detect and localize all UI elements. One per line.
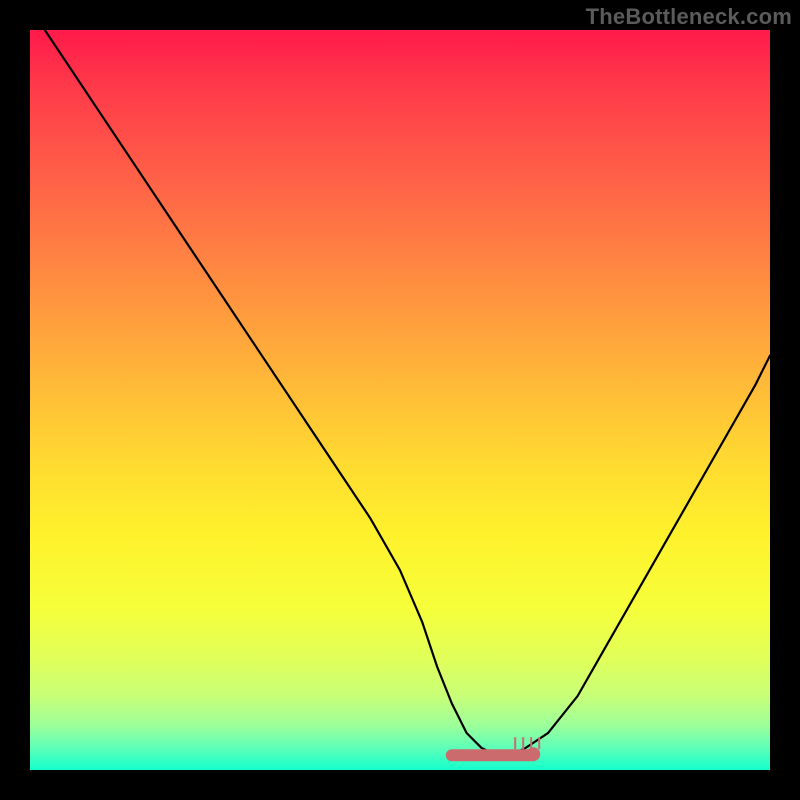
chart-frame: TheBottleneck.com	[0, 0, 800, 800]
watermark-text: TheBottleneck.com	[586, 4, 792, 30]
plot-area	[30, 30, 770, 770]
